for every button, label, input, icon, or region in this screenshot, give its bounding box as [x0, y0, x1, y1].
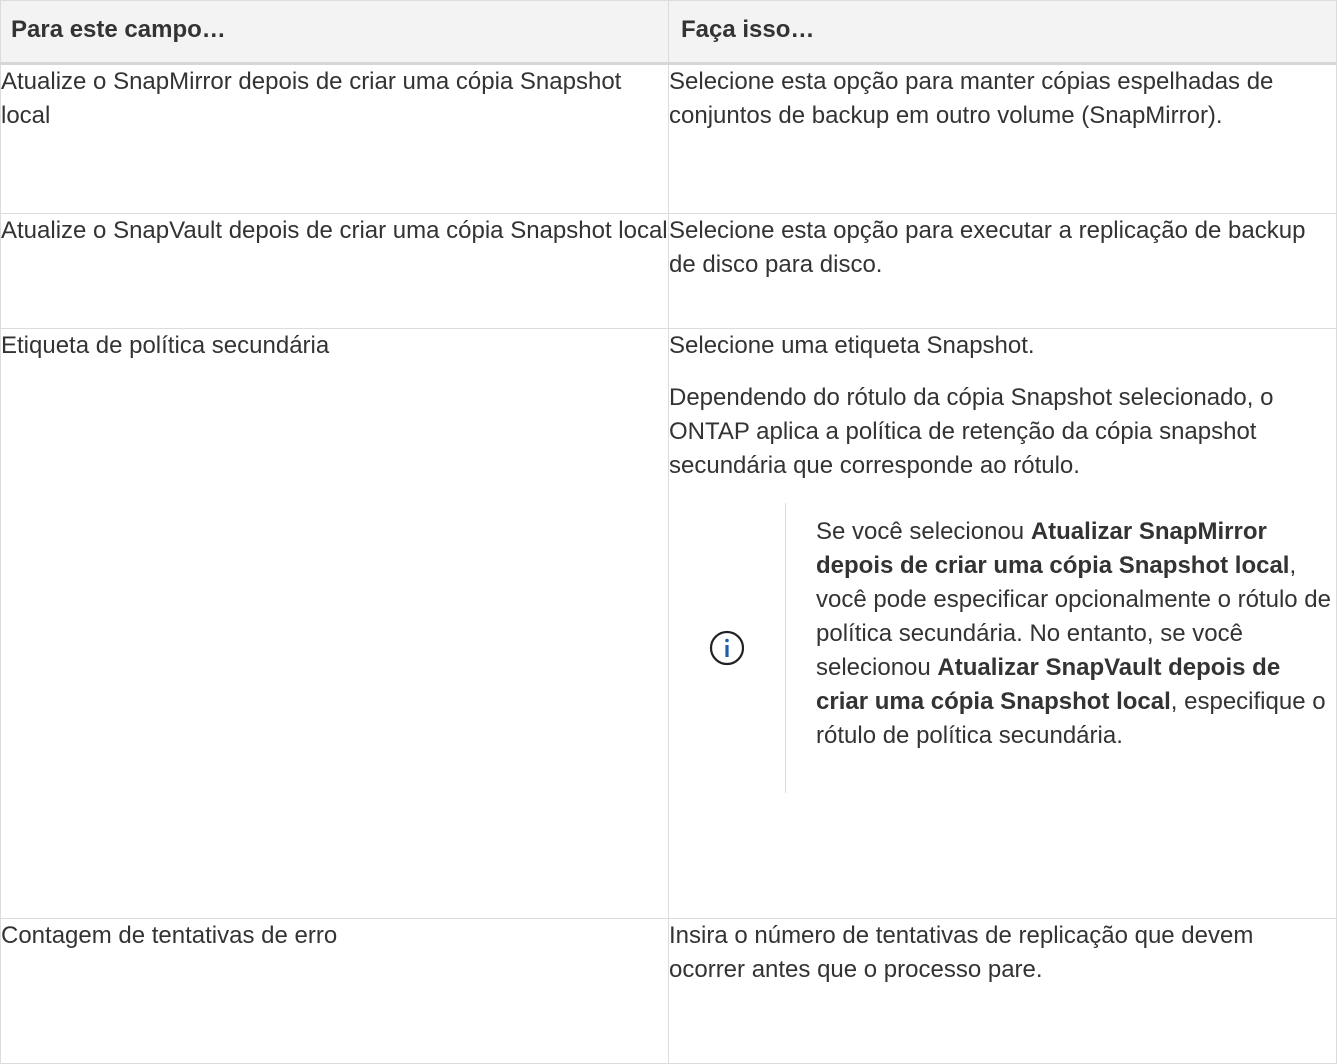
- note-text-part: Se você selecionou: [816, 518, 1031, 545]
- row-action-cell: Selecione uma etiqueta Snapshot. Depende…: [668, 328, 1337, 919]
- table-row: Atualize o SnapVault depois de criar uma…: [0, 213, 1337, 329]
- row-action-cell: Selecione esta opção para executar a rep…: [668, 213, 1337, 329]
- note-icon-column: [669, 503, 786, 793]
- action-paragraph: Dependendo do rótulo da cópia Snapshot s…: [669, 384, 1274, 479]
- table-row: Etiqueta de política secundária Selecion…: [0, 328, 1337, 919]
- header-action: Faça isso…: [668, 0, 1337, 65]
- row-field-cell: Etiqueta de política secundária: [0, 328, 669, 919]
- row-action-cell: Selecione esta opção para manter cópias …: [668, 63, 1337, 214]
- note-text: Se você selecionou Atualizar SnapMirror …: [786, 503, 1336, 793]
- info-icon: [709, 630, 745, 666]
- row-field-cell: Atualize o SnapVault depois de criar uma…: [0, 213, 669, 329]
- table-row: Contagem de tentativas de erro Insira o …: [0, 918, 1337, 1064]
- row-field-cell: Contagem de tentativas de erro: [0, 918, 669, 1064]
- table-header-row: Para este campo… Faça isso…: [0, 0, 1337, 65]
- note-admonition: Se você selecionou Atualizar SnapMirror …: [669, 503, 1336, 793]
- header-field: Para este campo…: [0, 0, 669, 65]
- row-field-cell: Atualize o SnapMirror depois de criar um…: [0, 63, 669, 214]
- options-table: Para este campo… Faça isso… Atualize o S…: [0, 0, 1337, 1064]
- row-action-cell: Insira o número de tentativas de replica…: [668, 918, 1337, 1064]
- action-paragraph: Selecione uma etiqueta Snapshot.: [669, 332, 1035, 359]
- table-row: Atualize o SnapMirror depois de criar um…: [0, 63, 1337, 214]
